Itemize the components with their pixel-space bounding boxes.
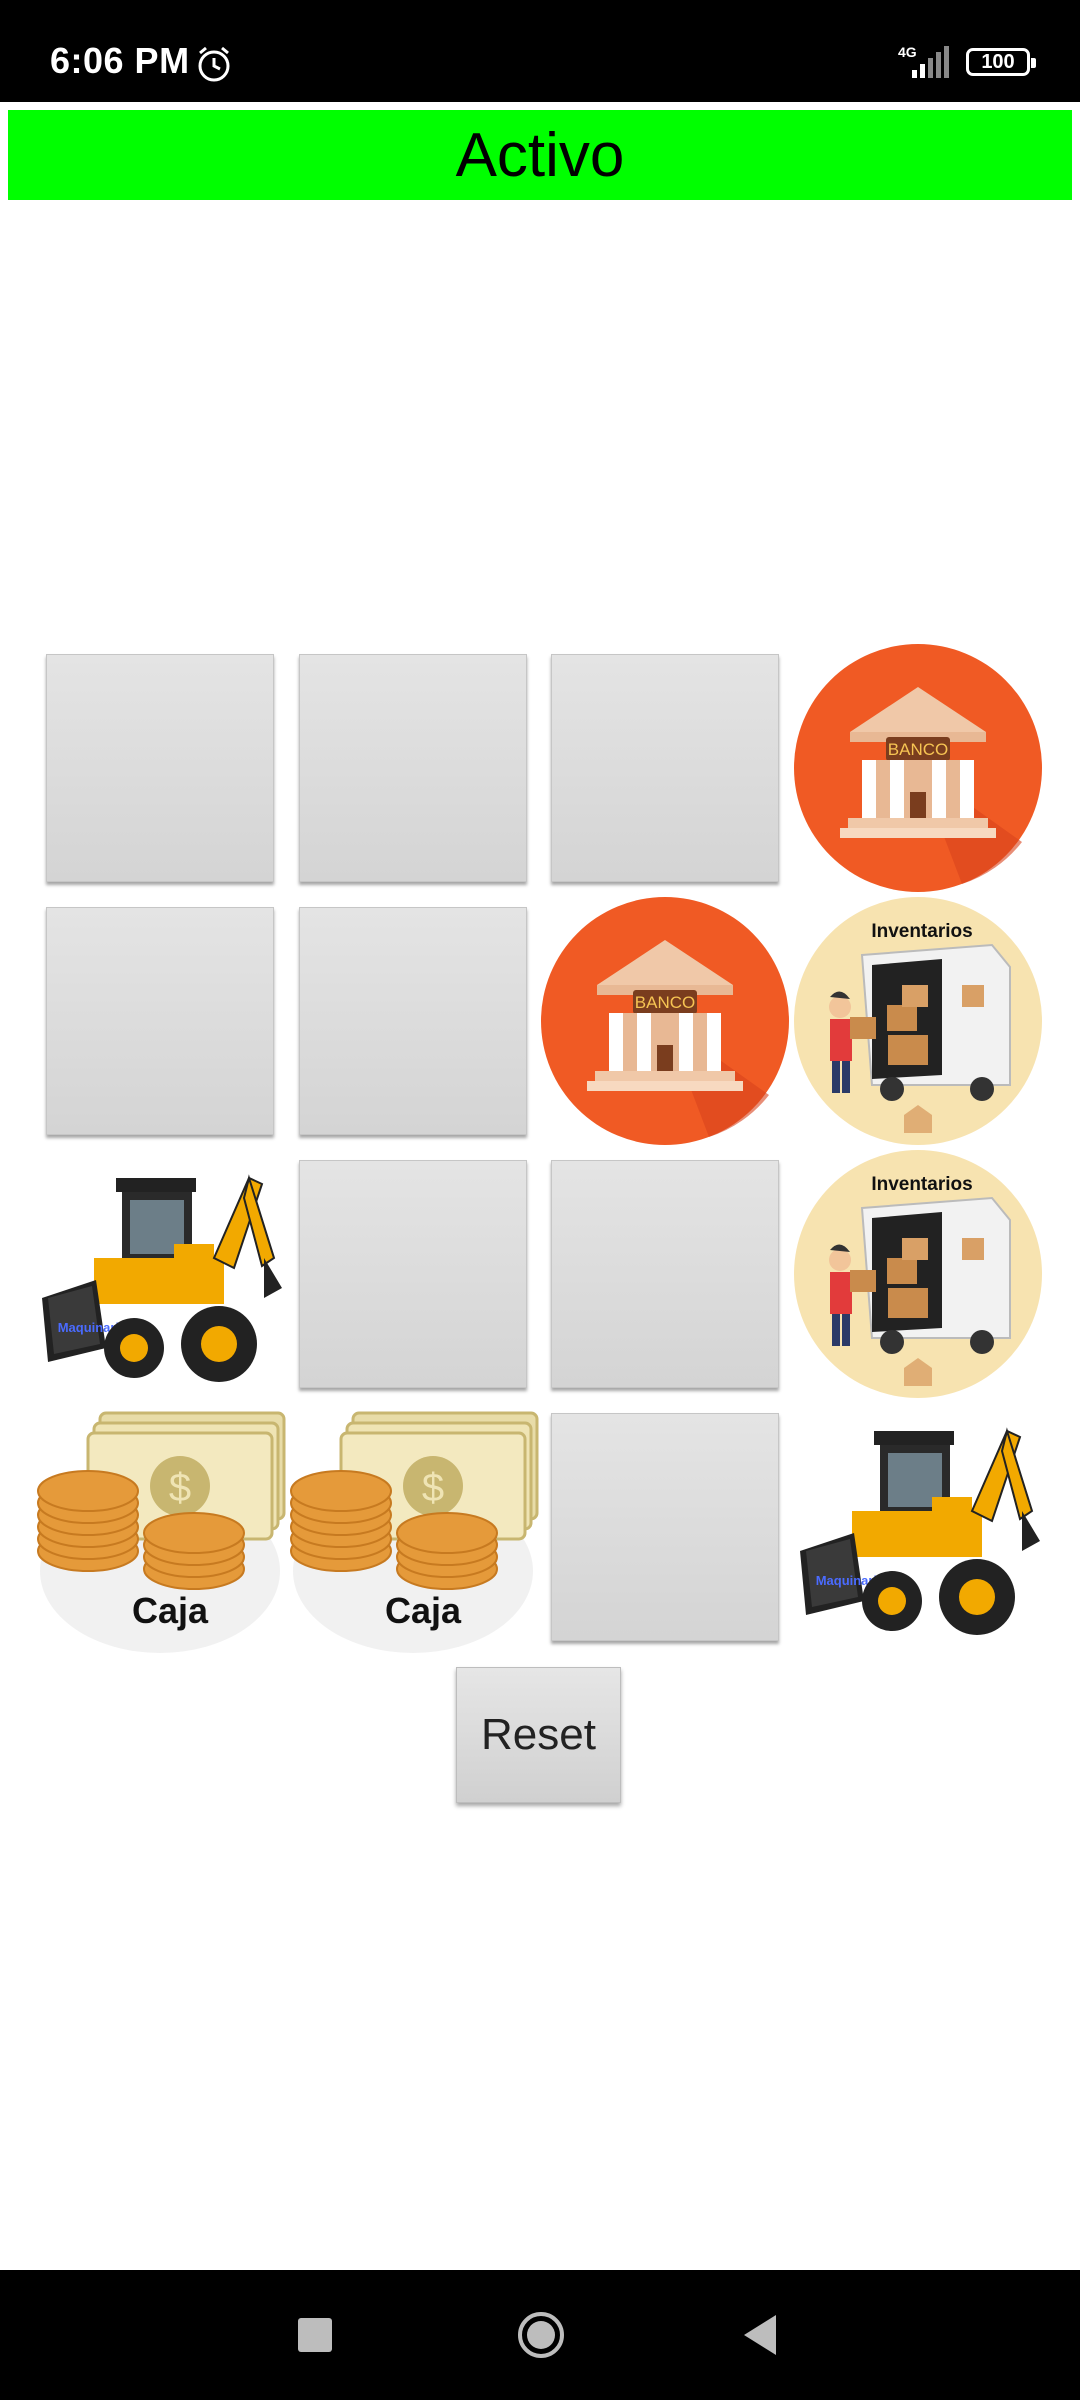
- inventarios-label: Inventarios: [871, 1174, 972, 1195]
- banco-label: BANCO: [635, 993, 695, 1012]
- signal-icon: [912, 46, 949, 78]
- hidden-card[interactable]: [46, 907, 274, 1135]
- card-caja[interactable]: $ Caja: [287, 1401, 539, 1653]
- caja-label: Caja: [385, 1590, 462, 1631]
- svg-text:$: $: [422, 1466, 444, 1510]
- battery-level: 100: [981, 50, 1015, 73]
- recents-icon[interactable]: [298, 2318, 332, 2352]
- card-maquinaria[interactable]: Maquinaria: [792, 1401, 1044, 1653]
- banco-label: BANCO: [888, 740, 948, 759]
- navigation-bar: [0, 2270, 1080, 2400]
- status-time: 6:06 PM: [50, 40, 190, 81]
- hidden-card[interactable]: [46, 654, 274, 882]
- hidden-card[interactable]: [551, 1160, 779, 1388]
- caja-label: Caja: [132, 1590, 209, 1631]
- card-inventarios[interactable]: Inventarios: [792, 895, 1044, 1147]
- battery-icon: 100: [966, 48, 1036, 76]
- status-bar: 6:06 PM 4G 100: [0, 0, 1080, 102]
- hidden-card[interactable]: [299, 654, 527, 882]
- alarm-icon: [198, 46, 230, 82]
- svg-text:$: $: [169, 1466, 191, 1510]
- hidden-card[interactable]: [551, 654, 779, 882]
- page-title: Activo: [8, 110, 1072, 200]
- hidden-card[interactable]: [299, 1160, 527, 1388]
- card-banco[interactable]: BANCO: [539, 895, 791, 1147]
- card-caja[interactable]: $ Caja: [34, 1401, 286, 1653]
- card-banco[interactable]: BANCO: [792, 642, 1044, 894]
- hidden-card[interactable]: [299, 907, 527, 1135]
- reset-button[interactable]: Reset: [456, 1667, 621, 1803]
- inventarios-label: Inventarios: [871, 921, 972, 942]
- card-maquinaria[interactable]: Maquinaria: [34, 1148, 286, 1400]
- home-icon[interactable]: [516, 2310, 566, 2360]
- back-icon[interactable]: [740, 2312, 780, 2358]
- card-inventarios[interactable]: Inventarios: [792, 1148, 1044, 1400]
- hidden-card[interactable]: [551, 1413, 779, 1641]
